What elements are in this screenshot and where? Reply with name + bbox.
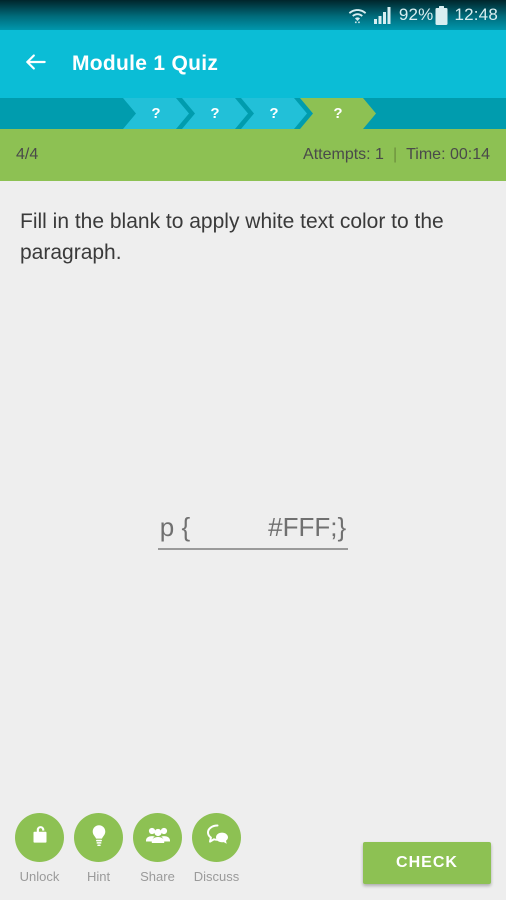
question-text: Fill in the blank to apply white text co… xyxy=(20,210,444,264)
action-share[interactable]: Share xyxy=(128,813,187,884)
clock-label: 12:48 xyxy=(454,5,498,24)
attempts-label: Attempts: 1 xyxy=(303,146,384,163)
action-unlock[interactable]: Unlock xyxy=(10,813,69,884)
quiz-meta-bar: 4/4 Attempts: 1 | Time: 00:14 xyxy=(0,129,506,181)
progress-step-2[interactable]: ? xyxy=(182,98,248,129)
code-prefix: p { xyxy=(159,512,191,542)
battery-percent-label: 92% xyxy=(398,5,434,24)
check-button[interactable]: CHECK xyxy=(363,842,491,884)
padlock-icon xyxy=(27,822,53,853)
quiz-content: Fill in the blank to apply white text co… xyxy=(0,181,506,900)
share-label: Share xyxy=(140,869,175,884)
discuss-label: Discuss xyxy=(193,869,240,884)
score-label: 4/4 xyxy=(16,146,39,163)
share-button[interactable] xyxy=(133,813,182,862)
progress-step-4[interactable]: ? xyxy=(300,98,376,129)
action-bar: Unlock Hint Share Discuss xyxy=(10,813,246,884)
people-group-icon xyxy=(144,821,172,854)
progress-step-1[interactable]: ? xyxy=(123,98,189,129)
unlock-button[interactable] xyxy=(15,813,64,862)
action-discuss[interactable]: Discuss xyxy=(187,813,246,884)
app-bar: Module 1 Quiz xyxy=(0,30,506,98)
meta-separator: | xyxy=(392,146,398,163)
fill-in-blank-field[interactable]: p { #FFF;} xyxy=(157,512,349,550)
lightbulb-icon xyxy=(86,822,112,853)
hint-label: Hint xyxy=(86,869,111,884)
status-bar: 92% 12:48 xyxy=(0,0,506,30)
action-hint[interactable]: Hint xyxy=(69,813,128,884)
speech-bubbles-icon xyxy=(203,821,231,854)
battery-icon xyxy=(435,5,448,25)
timer-label: Time: 00:14 xyxy=(406,146,490,163)
meta-right-group: Attempts: 1 | Time: 00:14 xyxy=(303,146,490,164)
back-button[interactable] xyxy=(8,36,64,92)
back-arrow-icon xyxy=(23,49,49,80)
answer-area: p { #FFF;} xyxy=(0,512,506,550)
discuss-button[interactable] xyxy=(192,813,241,862)
wifi-icon xyxy=(348,6,367,25)
unlock-label: Unlock xyxy=(19,869,60,884)
signal-bars-icon xyxy=(373,6,392,24)
phone-screen: 92% 12:48 Module 1 Quiz ? ? ? ? 4/4 Atte… xyxy=(0,0,506,900)
progress-step-3[interactable]: ? xyxy=(241,98,307,129)
page-title: Module 1 Quiz xyxy=(72,52,219,75)
code-suffix: #FFF;} xyxy=(268,512,347,542)
hint-button[interactable] xyxy=(74,813,123,862)
quiz-progress-bar: ? ? ? ? xyxy=(0,98,506,129)
